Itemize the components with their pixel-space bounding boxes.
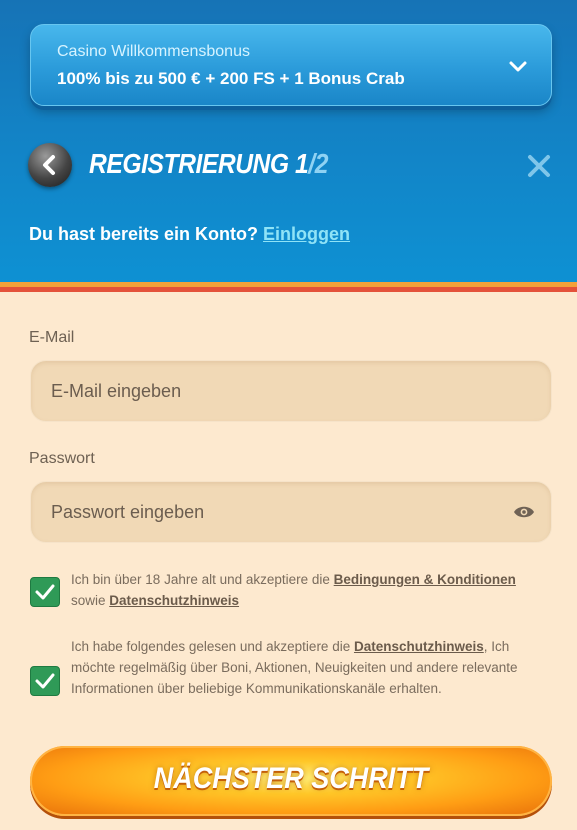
- bonus-dropdown[interactable]: Casino Willkommensbonus 100% bis zu 500 …: [30, 24, 552, 106]
- arrow-left-icon: [43, 155, 55, 175]
- password-field[interactable]: Passwort eingeben: [30, 481, 552, 543]
- checkmark-icon: [35, 673, 55, 689]
- next-step-label: NÄCHSTER SCHRITT: [153, 762, 429, 795]
- marketing-consent-checkbox[interactable]: [30, 666, 60, 696]
- page-title-step: /2: [308, 148, 328, 179]
- checkmark-icon: [35, 584, 55, 600]
- login-prompt-text: Du hast bereits ein Konto?: [29, 224, 264, 244]
- password-label: Passwort: [29, 450, 95, 467]
- age-terms-text-a: Ich bin über 18 Jahre alt und akzeptiere…: [71, 572, 334, 587]
- eye-icon[interactable]: [513, 504, 535, 520]
- chevron-down-icon[interactable]: [507, 55, 529, 77]
- login-link[interactable]: Einloggen: [263, 224, 350, 244]
- back-button[interactable]: [28, 143, 72, 187]
- age-terms-text: Ich bin über 18 Jahre alt und akzeptiere…: [71, 569, 551, 611]
- age-terms-text-b: sowie: [71, 593, 110, 608]
- login-prompt: Du hast bereits ein Konto? Einloggen: [29, 224, 350, 245]
- email-field[interactable]: E-Mail eingeben: [30, 360, 552, 422]
- divider-stripe-red: [0, 287, 577, 292]
- bonus-subtitle: 100% bis zu 500 € + 200 FS + 1 Bonus Cra…: [57, 69, 405, 88]
- privacy-link[interactable]: Datenschutzhinweis: [109, 593, 239, 608]
- password-placeholder: Passwort eingeben: [51, 502, 205, 522]
- page-title: REGISTRIERUNG 1/2: [89, 148, 328, 180]
- next-step-button[interactable]: NÄCHSTER SCHRITT: [30, 746, 552, 816]
- marketing-consent-text-a: Ich habe folgendes gelesen und akzeptier…: [71, 639, 354, 654]
- terms-link[interactable]: Bedingungen & Konditionen: [334, 572, 516, 587]
- bonus-title: Casino Willkommensbonus: [57, 43, 250, 60]
- marketing-consent-text: Ich habe folgendes gelesen und akzeptier…: [71, 636, 551, 699]
- privacy-link-2[interactable]: Datenschutzhinweis: [354, 639, 484, 654]
- close-icon[interactable]: [526, 153, 552, 179]
- email-label: E-Mail: [29, 329, 75, 346]
- page-title-main: REGISTRIERUNG 1: [89, 148, 309, 179]
- age-terms-checkbox[interactable]: [30, 577, 60, 607]
- email-placeholder: E-Mail eingeben: [51, 381, 182, 401]
